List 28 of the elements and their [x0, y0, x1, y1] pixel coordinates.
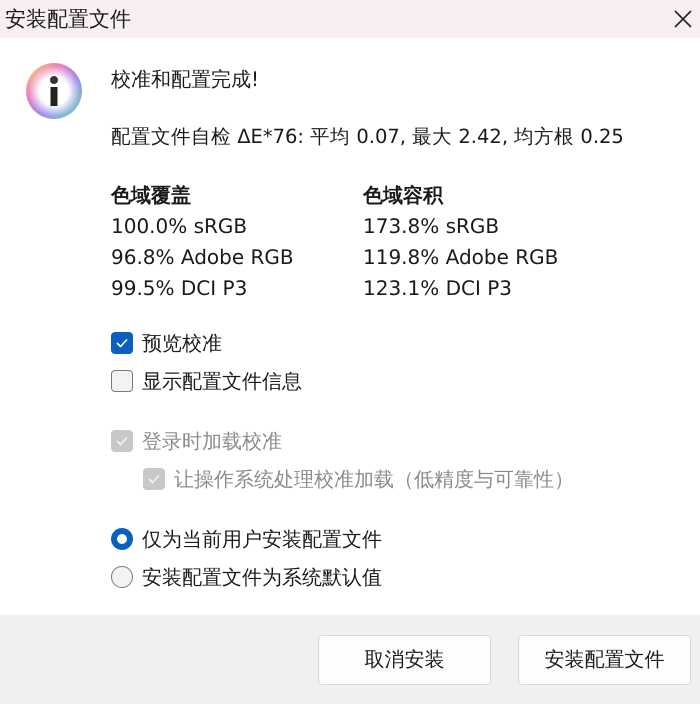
- window-title: 安装配置文件: [5, 6, 131, 33]
- close-icon[interactable]: [674, 10, 692, 28]
- gamut-value: 173.8% sRGB: [363, 213, 500, 240]
- checkbox-label: 登录时加载校准: [142, 428, 282, 455]
- radio-button[interactable]: [111, 528, 133, 550]
- gamut-value: 96.8% Adobe RGB: [111, 244, 295, 271]
- radio-button[interactable]: [111, 566, 133, 588]
- checkbox[interactable]: [111, 370, 133, 392]
- checkbox-label: 预览校准: [142, 330, 222, 357]
- completion-heading: 校准和配置完成!: [111, 66, 260, 93]
- info-icon: [25, 62, 83, 120]
- gamut-heading: 色域覆盖: [111, 182, 192, 209]
- radio-label: 安装配置文件为系统默认值: [142, 564, 382, 591]
- gamut-heading: 色域容积: [363, 182, 444, 209]
- checkbox-label: 让操作系统处理校准加载（低精度与可靠性）: [174, 466, 574, 493]
- cancel-button[interactable]: 取消安装: [318, 634, 491, 684]
- self-check-summary: 配置文件自检 ΔE*76: 平均 0.07, 最大 2.42, 均方根 0.25: [111, 124, 624, 150]
- radio-label: 仅为当前用户安装配置文件: [142, 526, 382, 553]
- gamut-value: 119.8% Adobe RGB: [363, 244, 560, 271]
- gamut-value: 123.1% DCI P3: [363, 275, 514, 302]
- checkbox-label: 显示配置文件信息: [142, 368, 302, 395]
- checkmark-icon: [116, 338, 128, 348]
- install-button[interactable]: 安装配置文件: [518, 634, 691, 684]
- checkmark-icon: [148, 474, 160, 484]
- checkbox[interactable]: [111, 332, 133, 354]
- gamut-value: 100.0% sRGB: [111, 213, 248, 240]
- gamut-value: 99.5% DCI P3: [111, 275, 248, 302]
- checkmark-icon: [116, 436, 128, 446]
